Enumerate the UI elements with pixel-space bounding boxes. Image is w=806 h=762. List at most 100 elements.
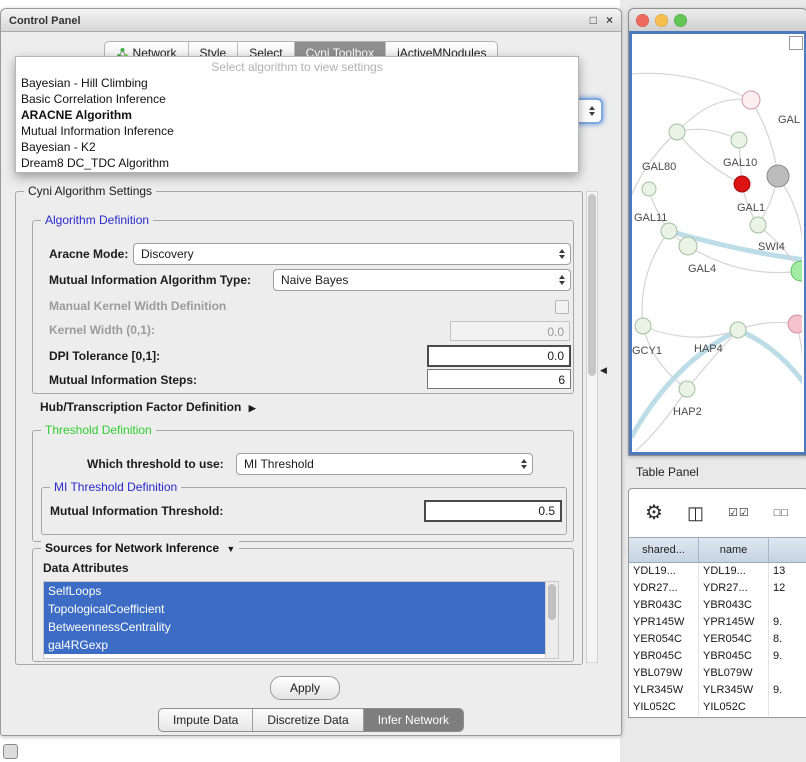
mi-steps-field[interactable]: 6 bbox=[427, 369, 571, 389]
network-edge[interactable] bbox=[738, 330, 802, 386]
table-row[interactable]: YIL052CYIL052C bbox=[629, 699, 806, 716]
hub-factor-section[interactable]: Hub/Transcription Factor Definition ▶ bbox=[40, 400, 256, 415]
network-edge[interactable] bbox=[677, 99, 751, 132]
popup-item-dream8-dc-tdc-algorithm[interactable]: Dream8 DC_TDC Algorithm bbox=[16, 155, 578, 171]
minimized-panel-icon[interactable] bbox=[3, 744, 18, 759]
minimize-traffic-light-icon[interactable] bbox=[655, 14, 668, 27]
aracne-mode-label: Aracne Mode: bbox=[49, 247, 128, 261]
cyni-algorithm-settings-group: Cyni Algorithm Settings Algorithm Defini… bbox=[15, 191, 583, 665]
bottom-tab-discretize-data[interactable]: Discretize Data bbox=[253, 709, 363, 731]
network-node[interactable] bbox=[742, 91, 760, 109]
attribute-item-topologicalcoefficient[interactable]: TopologicalCoefficient bbox=[44, 600, 546, 618]
popup-item-basic-correlation-inference[interactable]: Basic Correlation Inference bbox=[16, 91, 578, 107]
dpi-tolerance-label: DPI Tolerance [0,1]: bbox=[49, 349, 160, 363]
popup-item-aracne-algorithm[interactable]: ARACNE Algorithm bbox=[16, 107, 578, 123]
mi-threshold-definition-group: MI Threshold Definition Mutual Informati… bbox=[41, 487, 567, 535]
algorithm-popup: Select algorithm to view settingsBayesia… bbox=[15, 56, 579, 173]
network-node-label: GAL80 bbox=[642, 161, 676, 173]
popup-item-mutual-information-inference[interactable]: Mutual Information Inference bbox=[16, 123, 578, 139]
table-cell: YDL19... bbox=[629, 563, 699, 580]
table-row[interactable]: YBL079WYBL079W bbox=[629, 665, 806, 682]
table-row[interactable]: YER054CYER054C8. bbox=[629, 631, 806, 648]
attribute-item-gal4rgexp[interactable]: gal4RGexp bbox=[44, 636, 546, 654]
aracne-mode-select[interactable]: Discovery bbox=[133, 243, 571, 265]
network-node[interactable] bbox=[734, 176, 750, 192]
chevron-right-icon: ▶ bbox=[249, 403, 256, 413]
network-edge[interactable] bbox=[677, 129, 739, 140]
table-header-row: shared...name bbox=[629, 537, 806, 563]
column-header[interactable]: shared... bbox=[629, 538, 699, 562]
table-row[interactable]: YLR345WYLR345W9. bbox=[629, 682, 806, 699]
network-window-titlebar[interactable] bbox=[629, 9, 806, 32]
network-node[interactable] bbox=[642, 182, 656, 196]
apply-button[interactable]: Apply bbox=[270, 676, 340, 700]
list-scrollbar[interactable] bbox=[545, 582, 558, 658]
network-edge[interactable] bbox=[642, 231, 669, 326]
network-node[interactable] bbox=[679, 381, 695, 397]
popup-placeholder-item[interactable]: Select algorithm to view settings bbox=[16, 59, 578, 75]
network-node[interactable] bbox=[730, 322, 746, 338]
attribute-item-betweennesscentrality[interactable]: BetweennessCentrality bbox=[44, 618, 546, 636]
network-node[interactable] bbox=[767, 165, 789, 187]
table-cell: YER054C bbox=[629, 631, 699, 648]
mi-threshold-field[interactable]: 0.5 bbox=[424, 500, 562, 522]
settings-scrollbar-thumb[interactable] bbox=[588, 194, 596, 376]
clear-checkboxes-icon[interactable]: □□ bbox=[774, 508, 789, 519]
table-cell: YPR145W bbox=[699, 614, 769, 631]
bottom-tab-infer-network[interactable]: Infer Network bbox=[364, 709, 463, 731]
network-node[interactable] bbox=[731, 132, 747, 148]
table-row[interactable]: YDL19...YDL19...13 bbox=[629, 563, 806, 580]
network-node[interactable] bbox=[635, 318, 651, 334]
sources-title[interactable]: Sources for Network Inference ▼ bbox=[41, 541, 239, 556]
popup-item-bayesian-k2[interactable]: Bayesian - K2 bbox=[16, 139, 578, 155]
dpi-tolerance-field[interactable]: 0.0 bbox=[427, 345, 571, 367]
table-panel-label: Table Panel bbox=[636, 465, 699, 479]
bottom-tab-impute-data[interactable]: Impute Data bbox=[159, 709, 253, 731]
float-panel-icon[interactable]: □ bbox=[590, 9, 597, 31]
data-attributes-list[interactable]: SelfLoopsTopologicalCoefficientBetweenne… bbox=[43, 581, 559, 659]
column-header[interactable]: name bbox=[699, 538, 769, 562]
network-node-label: GAL1 bbox=[737, 202, 765, 214]
network-node[interactable] bbox=[669, 124, 685, 140]
column-selector-icon[interactable]: ◫ bbox=[687, 504, 704, 522]
table-cell: YER054C bbox=[699, 631, 769, 648]
network-node[interactable] bbox=[661, 223, 677, 239]
zoom-traffic-light-icon[interactable] bbox=[674, 14, 687, 27]
network-node[interactable] bbox=[750, 217, 766, 233]
network-edge[interactable] bbox=[632, 73, 751, 100]
column-header[interactable] bbox=[769, 538, 806, 562]
threshold-definition-group: Threshold Definition Which threshold to … bbox=[32, 430, 574, 542]
network-canvas[interactable]: GAL80GAL10GAL11GAL1SWI4GAL4GCY1HAP4HAP2G… bbox=[629, 31, 806, 455]
popup-item-bayesian-hill-climbing[interactable]: Bayesian - Hill Climbing bbox=[16, 75, 578, 91]
table-row[interactable]: YBR043CYBR043C bbox=[629, 597, 806, 614]
mi-steps-label: Mutual Information Steps: bbox=[49, 373, 197, 387]
kernel-width-label: Kernel Width (0,1): bbox=[49, 323, 155, 337]
table-cell: YBL079W bbox=[699, 665, 769, 682]
table-row[interactable]: YBR045CYBR045C9. bbox=[629, 648, 806, 665]
mi-algorithm-type-select[interactable]: Naive Bayes bbox=[273, 269, 571, 291]
network-node[interactable] bbox=[679, 237, 697, 255]
settings-scrollbar[interactable] bbox=[586, 191, 598, 663]
table-row[interactable]: YDR27...YDR27...12 bbox=[629, 580, 806, 597]
network-edge[interactable] bbox=[643, 326, 687, 389]
network-node-label: SWI4 bbox=[758, 241, 785, 253]
close-panel-icon[interactable]: × bbox=[606, 9, 613, 31]
which-threshold-select[interactable]: MI Threshold bbox=[236, 453, 533, 475]
manual-kernel-width-checkbox[interactable] bbox=[555, 300, 569, 314]
which-threshold-value: MI Threshold bbox=[244, 457, 314, 471]
desktop: Control Panel □ × NetworkStyleSelectCyni… bbox=[0, 0, 806, 762]
table-cell: YBL079W bbox=[629, 665, 699, 682]
table-row[interactable]: YPR145WYPR145W9. bbox=[629, 614, 806, 631]
select-all-checkboxes-icon[interactable]: ☑☑ bbox=[728, 508, 750, 519]
table-cell: YBR043C bbox=[699, 597, 769, 614]
close-traffic-light-icon[interactable] bbox=[636, 14, 649, 27]
hub-factor-label: Hub/Transcription Factor Definition bbox=[40, 400, 241, 414]
network-node[interactable] bbox=[788, 315, 802, 333]
settings-gear-icon[interactable]: ⚙ bbox=[645, 503, 663, 523]
kernel-width-field[interactable]: 0.0 bbox=[450, 321, 570, 341]
splitpane-collapse-arrow[interactable]: ◀ bbox=[600, 365, 607, 376]
network-scrollbar-button[interactable] bbox=[789, 36, 803, 50]
network-node[interactable] bbox=[791, 261, 802, 281]
list-scrollbar-thumb[interactable] bbox=[548, 584, 556, 620]
attribute-item-selfloops[interactable]: SelfLoops bbox=[44, 582, 546, 600]
